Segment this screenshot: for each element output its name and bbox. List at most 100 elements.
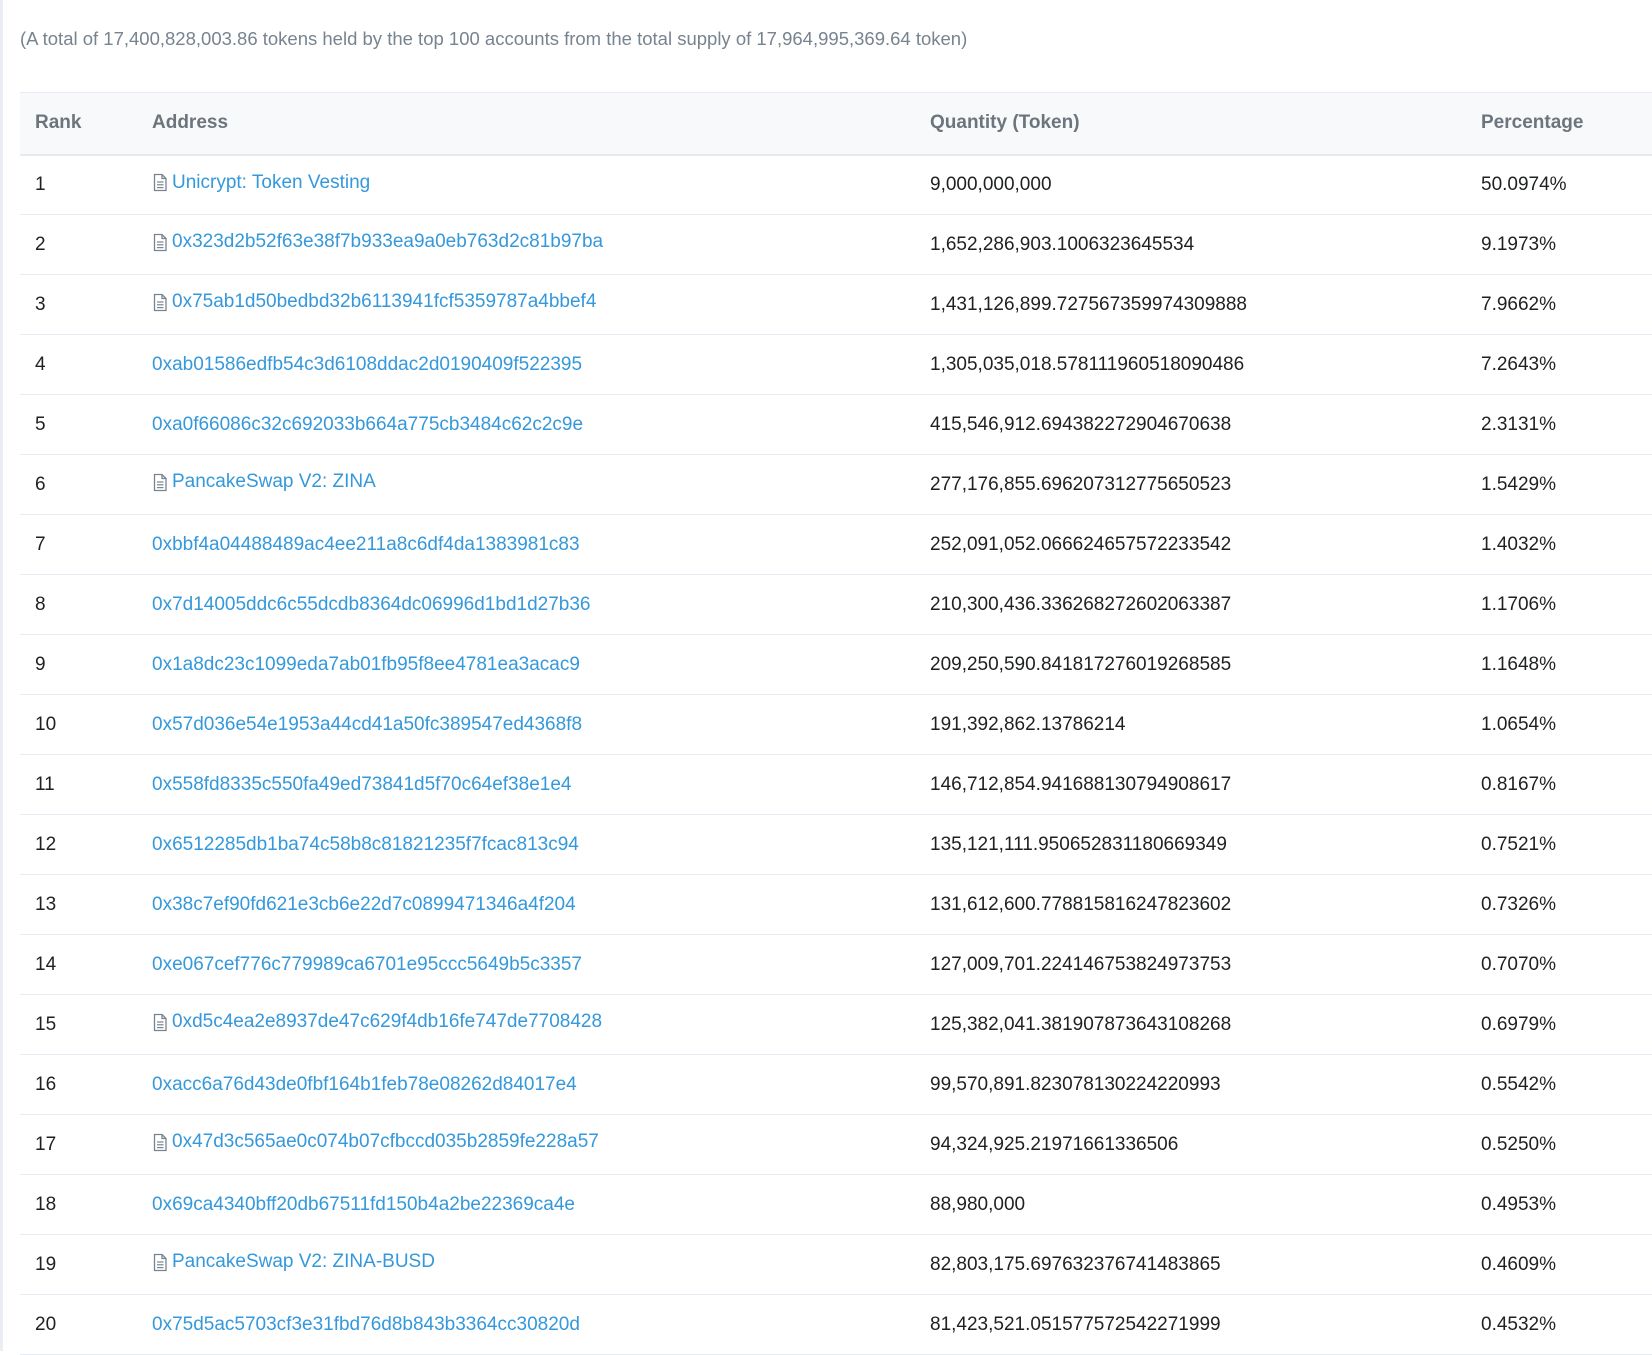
table-row-14: 14 0xe067cef776c779989ca6701e95ccc5649b5… [20, 935, 1652, 995]
address-text: 0xacc6a76d43de0fbf164b1feb78e08262d84017… [152, 1073, 577, 1095]
rank-cell: 2 [35, 233, 46, 255]
address-link[interactable]: 0x75d5ac5703cf3e31fbd76d8b843b3364cc3082… [152, 1314, 580, 1336]
rank-cell: 15 [35, 1013, 57, 1035]
file-text-icon [152, 473, 168, 492]
quantity-cell: 82,803,175.697632376741483865 [930, 1253, 1221, 1275]
address-cell: 0xd5c4ea2e8937de47c629f4db16fe747de77084… [152, 995, 930, 1055]
address-text: 0x323d2b52f63e38f7b933ea9a0eb763d2c81b97… [172, 231, 604, 253]
rank-cell: 7 [35, 533, 46, 555]
quantity-cell: 131,612,600.778815816247823602 [930, 893, 1232, 915]
address-link[interactable]: PancakeSwap V2: ZINA-BUSD [152, 1251, 435, 1273]
address-text: 0xbbf4a04488489ac4ee211a8c6df4da1383981c… [152, 533, 580, 555]
quantity-cell: 99,570,891.823078130224220993 [930, 1073, 1221, 1095]
percentage-cell: 0.4532% [1481, 1313, 1557, 1335]
address-cell: 0x57d036e54e1953a44cd41a50fc389547ed4368… [152, 695, 930, 755]
table-row-10: 10 0x57d036e54e1953a44cd41a50fc389547ed4… [20, 695, 1652, 755]
address-text: 0x558fd8335c550fa49ed73841d5f70c64ef38e1… [152, 773, 572, 795]
address-link[interactable]: PancakeSwap V2: ZINA [152, 471, 376, 493]
address-link[interactable]: 0x558fd8335c550fa49ed73841d5f70c64ef38e1… [152, 774, 571, 796]
address-text: 0x75ab1d50bedbd32b6113941fcf5359787a4bbe… [172, 291, 597, 313]
address-link[interactable]: 0xacc6a76d43de0fbf164b1feb78e08262d84017… [152, 1074, 577, 1096]
percentage-cell: 1.0654% [1481, 713, 1557, 735]
address-link[interactable]: 0x69ca4340bff20db67511fd150b4a2be22369ca… [152, 1194, 575, 1216]
table-row-20: 20 0x75d5ac5703cf3e31fbd76d8b843b3364cc3… [20, 1295, 1652, 1355]
address-link[interactable]: Unicrypt: Token Vesting [152, 172, 370, 194]
rank-cell: 1 [35, 173, 46, 195]
address-link[interactable]: 0x38c7ef90fd621e3cb6e22d7c0899471346a4f2… [152, 894, 576, 916]
address-cell: 0x6512285db1ba74c58b8c81821235f7fcac813c… [152, 815, 930, 875]
address-cell: 0x323d2b52f63e38f7b933ea9a0eb763d2c81b97… [152, 215, 930, 275]
address-link[interactable]: 0xab01586edfb54c3d6108ddac2d0190409f5223… [152, 354, 582, 376]
address-link[interactable]: 0xa0f66086c32c692033b664a775cb3484c62c2c… [152, 414, 583, 436]
table-row-12: 12 0x6512285db1ba74c58b8c81821235f7fcac8… [20, 815, 1652, 875]
rank-cell: 13 [35, 893, 57, 915]
address-link[interactable]: 0xe067cef776c779989ca6701e95ccc5649b5c33… [152, 954, 582, 976]
percentage-cell: 9.1973% [1481, 233, 1557, 255]
header-row: Rank Address Quantity (Token) Percentage [20, 92, 1652, 156]
percentage-header: Percentage [1481, 92, 1652, 156]
quantity-cell: 9,000,000,000 [930, 173, 1052, 195]
percentage-cell: 0.7521% [1481, 833, 1557, 855]
percentage-cell: 0.6979% [1481, 1013, 1557, 1035]
percentage-cell: 0.5250% [1481, 1133, 1557, 1155]
address-text: 0xe067cef776c779989ca6701e95ccc5649b5c33… [152, 953, 582, 975]
percentage-cell: 1.5429% [1481, 473, 1557, 495]
percentage-cell: 2.3131% [1481, 413, 1557, 435]
quantity-cell: 135,121,111.950652831180669349 [930, 833, 1227, 855]
address-link[interactable]: 0x7d14005ddc6c55dcdb8364dc06996d1bd1d27b… [152, 594, 590, 616]
address-link[interactable]: 0x1a8dc23c1099eda7ab01fb95f8ee4781ea3aca… [152, 654, 580, 676]
table-header: Rank Address Quantity (Token) Percentage [20, 92, 1652, 156]
rank-cell: 14 [35, 953, 57, 975]
address-cell: PancakeSwap V2: ZINA [152, 455, 930, 515]
table-row-1: 1 Unicrypt: Token Vesting 9,000,000,000 … [20, 155, 1652, 215]
percentage-cell: 0.8167% [1481, 773, 1557, 795]
percentage-cell: 7.9662% [1481, 293, 1557, 315]
percentage-cell: 0.7070% [1481, 953, 1557, 975]
rank-cell: 6 [35, 473, 46, 495]
address-cell: 0xab01586edfb54c3d6108ddac2d0190409f5223… [152, 335, 930, 395]
address-cell: 0x47d3c565ae0c074b07cfbccd035b2859fe228a… [152, 1115, 930, 1175]
address-cell: Unicrypt: Token Vesting [152, 155, 930, 215]
file-text-icon [152, 1013, 168, 1032]
rank-cell: 9 [35, 653, 46, 675]
percentage-cell: 1.1706% [1481, 593, 1557, 615]
address-text: 0x7d14005ddc6c55dcdb8364dc06996d1bd1d27b… [152, 593, 591, 615]
file-text-icon [152, 233, 168, 252]
address-cell: 0x38c7ef90fd621e3cb6e22d7c0899471346a4f2… [152, 875, 930, 935]
address-text: PancakeSwap V2: ZINA-BUSD [172, 1251, 435, 1273]
address-link[interactable]: 0x323d2b52f63e38f7b933ea9a0eb763d2c81b97… [152, 231, 603, 253]
address-text: 0x6512285db1ba74c58b8c81821235f7fcac813c… [152, 833, 579, 855]
address-link[interactable]: 0x75ab1d50bedbd32b6113941fcf5359787a4bbe… [152, 291, 596, 313]
rank-cell: 10 [35, 713, 57, 735]
address-cell: 0x1a8dc23c1099eda7ab01fb95f8ee4781ea3aca… [152, 635, 930, 695]
address-text: 0x57d036e54e1953a44cd41a50fc389547ed4368… [152, 713, 583, 735]
address-cell: 0x75ab1d50bedbd32b6113941fcf5359787a4bbe… [152, 275, 930, 335]
address-text: 0x69ca4340bff20db67511fd150b4a2be22369ca… [152, 1193, 575, 1215]
rank-cell: 4 [35, 353, 46, 375]
quantity-cell: 210,300,436.336268272602063387 [930, 593, 1232, 615]
file-text-icon [152, 293, 168, 312]
address-link[interactable]: 0xd5c4ea2e8937de47c629f4db16fe747de77084… [152, 1011, 602, 1033]
quantity-cell: 191,392,862.13786214 [930, 713, 1126, 735]
percentage-cell: 1.4032% [1481, 533, 1557, 555]
address-link[interactable]: 0x57d036e54e1953a44cd41a50fc389547ed4368… [152, 714, 582, 736]
quantity-cell: 88,980,000 [930, 1193, 1026, 1215]
table-row-2: 2 0x323d2b52f63e38f7b933ea9a0eb763d2c81b… [20, 215, 1652, 275]
percentage-cell: 7.2643% [1481, 353, 1557, 375]
address-text: PancakeSwap V2: ZINA [172, 471, 376, 493]
address-link[interactable]: 0x6512285db1ba74c58b8c81821235f7fcac813c… [152, 834, 579, 856]
rank-cell: 19 [35, 1253, 57, 1275]
address-cell: 0x75d5ac5703cf3e31fbd76d8b843b3364cc3082… [152, 1295, 930, 1355]
rank-cell: 3 [35, 293, 46, 315]
table-row-8: 8 0x7d14005ddc6c55dcdb8364dc06996d1bd1d2… [20, 575, 1652, 635]
address-text: Unicrypt: Token Vesting [172, 171, 371, 193]
address-cell: 0xacc6a76d43de0fbf164b1feb78e08262d84017… [152, 1055, 930, 1115]
rank-cell: 18 [35, 1193, 57, 1215]
address-link[interactable]: 0x47d3c565ae0c074b07cfbccd035b2859fe228a… [152, 1131, 599, 1153]
address-text: 0xab01586edfb54c3d6108ddac2d0190409f5223… [152, 353, 583, 375]
rank-cell: 12 [35, 833, 57, 855]
table-row-9: 9 0x1a8dc23c1099eda7ab01fb95f8ee4781ea3a… [20, 635, 1652, 695]
table-row-5: 5 0xa0f66086c32c692033b664a775cb3484c62c… [20, 395, 1652, 455]
address-link[interactable]: 0xbbf4a04488489ac4ee211a8c6df4da1383981c… [152, 534, 580, 556]
address-text: 0x75d5ac5703cf3e31fbd76d8b843b3364cc3082… [152, 1313, 580, 1335]
